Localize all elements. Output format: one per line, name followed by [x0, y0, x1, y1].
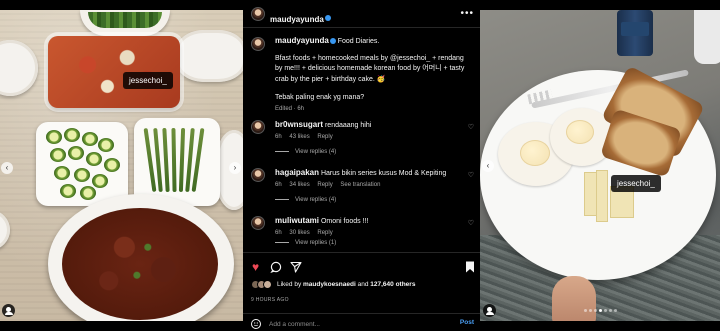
- caption: maudyayunda Food Diaries. Bfast foods + …: [275, 36, 469, 112]
- comment-text: Omoni foods !!!: [320, 218, 369, 225]
- view-replies-link[interactable]: View replies (1): [275, 240, 336, 246]
- egg-yolk: [520, 140, 550, 166]
- see-translation-link[interactable]: See translation: [340, 182, 380, 188]
- verified-badge-icon: [329, 38, 336, 45]
- view-replies-link[interactable]: View replies (4): [275, 149, 336, 155]
- carousel-dot: [593, 309, 597, 312]
- instagram-post-viewer: jessechoi_ ‹ › maudyayunda ••• maudyayun…: [0, 0, 720, 331]
- reply-link[interactable]: Reply: [317, 134, 332, 140]
- avatar[interactable]: [251, 7, 265, 21]
- comment-text: Harus bikin series kusus Mod & Kepiting: [320, 170, 447, 177]
- comment-time: 6h: [275, 133, 282, 140]
- avatar[interactable]: [251, 120, 265, 134]
- post-photo-right[interactable]: jessechoi_ ‹: [480, 10, 720, 321]
- cheese-slice: [596, 170, 608, 222]
- author-username[interactable]: maudyayunda: [270, 15, 324, 24]
- likes-summary: Liked by maudykoesnaedi and 127,640 othe…: [251, 280, 415, 289]
- carousel-dots: [480, 299, 720, 317]
- carousel-dot: [608, 309, 612, 312]
- comment-text: rendaaang hihi: [324, 122, 372, 129]
- post-header: maudyayunda •••: [243, 0, 480, 28]
- likes-middle: and: [357, 281, 369, 288]
- avatar[interactable]: [251, 216, 265, 230]
- emoji-icon[interactable]: [251, 319, 261, 329]
- photo-tag-user[interactable]: jessechoi_: [123, 72, 173, 89]
- caption-edited: Edited · 6h: [275, 105, 305, 112]
- carousel-dot: [583, 309, 587, 312]
- comment-icon[interactable]: [269, 261, 282, 274]
- comment-username[interactable]: br0wnsugart: [275, 120, 323, 129]
- likes-user[interactable]: maudykoesnaedi: [303, 281, 356, 288]
- view-replies-link[interactable]: View replies (4): [275, 197, 336, 203]
- egg-yolk: [566, 120, 594, 144]
- next-photo-arrow[interactable]: ›: [229, 162, 241, 174]
- prev-photo-arrow[interactable]: ‹: [482, 160, 494, 172]
- add-comment-input[interactable]: [269, 318, 439, 330]
- bottle-label: [621, 22, 649, 36]
- comment-time: 6h: [275, 181, 282, 188]
- add-comment-bar: Post: [243, 313, 480, 331]
- share-icon[interactable]: [289, 261, 302, 274]
- likes-count[interactable]: 127,640 others: [370, 281, 415, 288]
- like-comment-heart-icon[interactable]: ♡: [468, 123, 474, 131]
- carousel-dot-active: [598, 309, 602, 312]
- reply-link[interactable]: Reply: [317, 182, 332, 188]
- rendang-stew: [62, 208, 218, 320]
- zucchini-plate: [36, 122, 128, 206]
- reply-link[interactable]: Reply: [317, 230, 332, 236]
- caption-author[interactable]: maudyayunda: [275, 36, 329, 45]
- post-sidebar: maudyayunda ••• maudyayunda Food Diaries…: [243, 0, 480, 331]
- photo-tag-user[interactable]: jessechoi_: [611, 175, 661, 192]
- caption-title: Food Diaries.: [337, 38, 380, 45]
- post-comment-button[interactable]: Post: [460, 319, 474, 326]
- comment-username[interactable]: muliwutami: [275, 216, 319, 225]
- verified-badge-icon: [324, 14, 331, 21]
- comment-likes[interactable]: 43 likes: [289, 134, 309, 140]
- asparagus-plate: [134, 118, 220, 206]
- comment-item: muliwutami Omoni foods !!! 6h 30 likes R…: [275, 216, 455, 236]
- header-user[interactable]: maudyayunda: [270, 9, 331, 27]
- more-options-icon[interactable]: •••: [460, 8, 474, 19]
- carousel-dot: [588, 309, 592, 312]
- salad: [88, 12, 162, 28]
- carousel-dot: [603, 309, 607, 312]
- comment-item: hagaipakan Harus bikin series kusus Mod …: [275, 168, 455, 188]
- comment-username[interactable]: hagaipakan: [275, 168, 319, 177]
- tagged-users-icon[interactable]: [2, 304, 15, 317]
- comments-section: maudyayunda Food Diaries. Bfast foods + …: [243, 28, 480, 248]
- caption-body: Bfast foods + homecooked meals by @jesse…: [275, 54, 465, 83]
- likes-prefix: Liked by: [277, 281, 302, 288]
- post-actions: ♥ Liked by maudykoesnaedi and 127,640 ot…: [243, 252, 480, 331]
- comment-item: br0wnsugart rendaaang hihi 6h 43 likes R…: [275, 120, 455, 140]
- comment-likes[interactable]: 30 likes: [289, 230, 309, 236]
- liker-avatar: [263, 280, 272, 289]
- comment-time: 6h: [275, 229, 282, 236]
- like-heart-icon[interactable]: ♥: [249, 261, 262, 274]
- bookmark-icon[interactable]: [463, 261, 476, 274]
- mug: [694, 10, 720, 64]
- like-comment-heart-icon[interactable]: ♡: [468, 219, 474, 227]
- side-plate: [176, 30, 243, 82]
- carousel-dot: [613, 309, 617, 312]
- post-timestamp: 9 HOURS AGO: [251, 297, 289, 303]
- prev-photo-arrow[interactable]: ‹: [1, 162, 13, 174]
- caption-question: Tebak paling enak yg mana?: [275, 94, 365, 101]
- avatar[interactable]: [251, 168, 265, 182]
- avatar[interactable]: [251, 37, 265, 51]
- post-photo-left[interactable]: jessechoi_ ‹ ›: [0, 10, 243, 321]
- like-comment-heart-icon[interactable]: ♡: [468, 171, 474, 179]
- comment-likes[interactable]: 34 likes: [289, 182, 309, 188]
